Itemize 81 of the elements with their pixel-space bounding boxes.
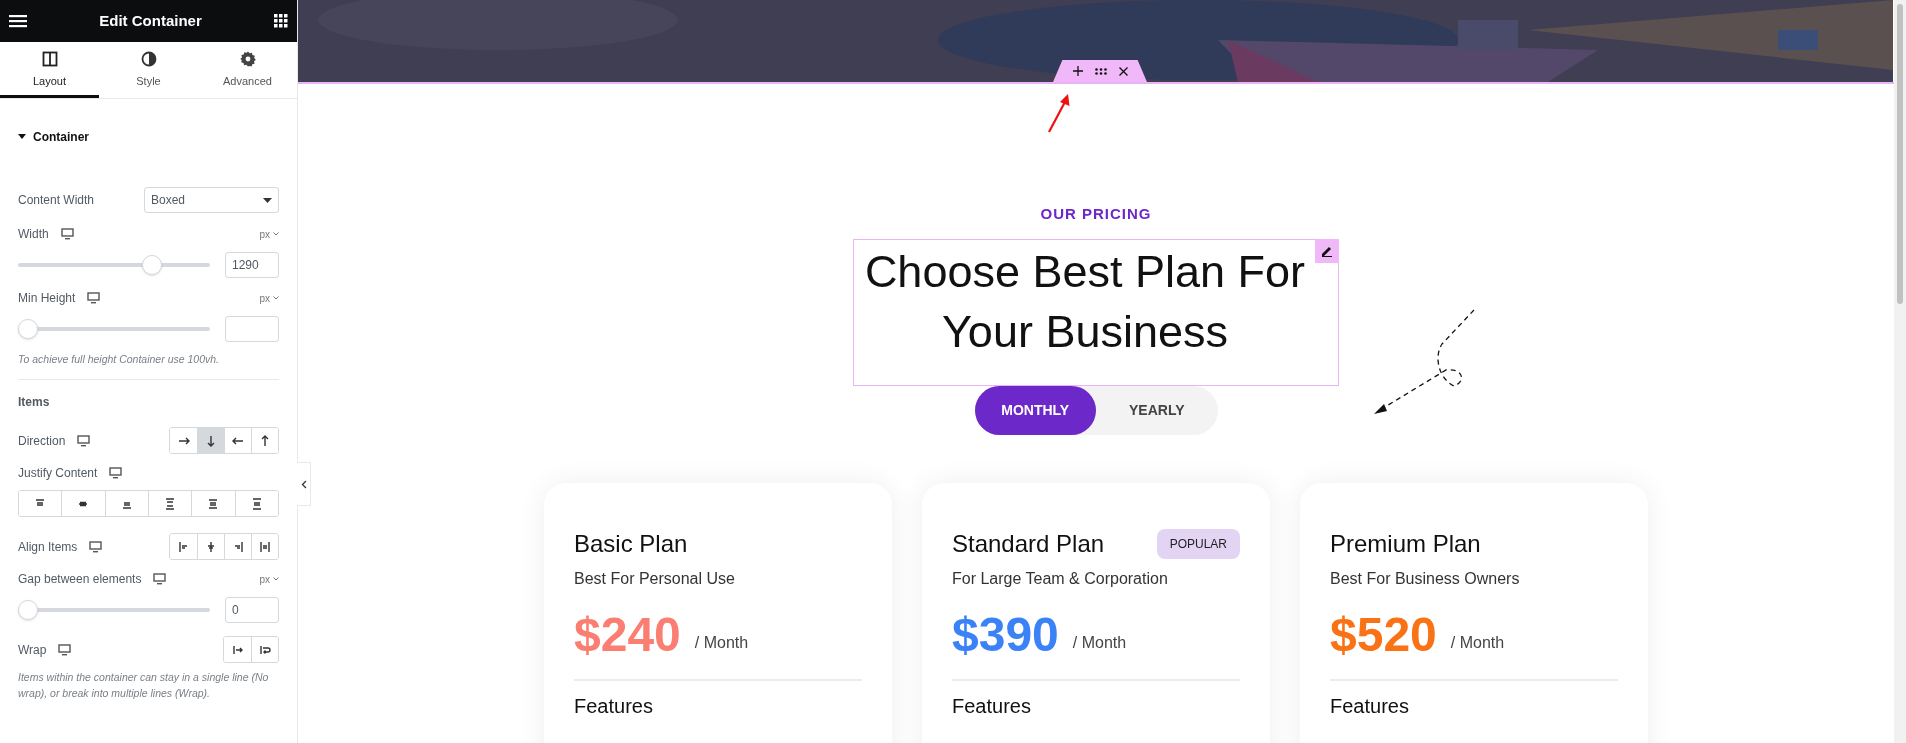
scrollbar[interactable] [1894, 0, 1906, 743]
desktop-icon[interactable] [60, 228, 74, 240]
chevron-down-icon [273, 577, 279, 581]
panel-tab[interactable]: Advanced [198, 42, 297, 98]
subsection-title: Items [18, 394, 51, 411]
slider-track[interactable] [18, 254, 210, 276]
control-label: Content Width [18, 192, 95, 209]
scrollbar-thumb[interactable] [1897, 4, 1903, 304]
drag-handle-icon[interactable] [1094, 67, 1107, 75]
unit-selector[interactable]: px [259, 226, 279, 242]
desktop-icon[interactable] [89, 540, 103, 553]
unit-selector[interactable]: px [259, 290, 279, 306]
control-label: Width [18, 226, 49, 243]
layout-columns-icon [41, 50, 58, 67]
number-field[interactable] [225, 316, 279, 342]
toggle-option[interactable] [197, 428, 224, 453]
slider-track[interactable] [18, 318, 210, 340]
control-label: Min Height [18, 290, 76, 307]
desktop-icon[interactable] [77, 434, 91, 447]
features-heading: Features [574, 694, 654, 717]
toggle-option[interactable] [251, 637, 278, 662]
panel-tab[interactable]: Style [99, 42, 198, 98]
edit-button[interactable] [1315, 238, 1339, 263]
section-heading: Choose Best Plan For Your Business [863, 244, 1307, 359]
chevron-left-icon [300, 479, 307, 489]
plan-subtitle: Best For Business Owners [1330, 568, 1521, 589]
chevron-down-icon [273, 232, 279, 236]
desktop-icon[interactable] [109, 467, 123, 479]
plan-price: $520 [1330, 606, 1437, 663]
settings-icon [239, 50, 256, 67]
desktop-icon[interactable] [58, 643, 72, 656]
slider-thumb[interactable] [18, 319, 38, 339]
desktop-icon[interactable] [153, 573, 167, 585]
caret-icon [18, 134, 26, 140]
plan-price: $390 [952, 606, 1059, 663]
plan-price: $240 [574, 606, 681, 663]
plan-subtitle: Best For Personal Use [574, 568, 736, 589]
caret-icon [263, 197, 272, 203]
plan-title: Premium Plan [1330, 528, 1481, 559]
billing-period: / Month [1072, 632, 1127, 653]
panel-title: Edit Container [99, 10, 202, 31]
menu-icon[interactable] [9, 14, 27, 28]
toggle-option[interactable] [251, 428, 278, 453]
control-label: Wrap [18, 641, 47, 659]
apps-grid-icon[interactable] [274, 14, 288, 28]
control-label: Align Items [18, 538, 78, 556]
panel-tab[interactable]: Layout [0, 42, 99, 98]
billing-period: / Month [694, 632, 749, 653]
control-label: Justify Content [18, 465, 98, 482]
contrast-icon [140, 50, 157, 67]
toggle-option[interactable] [234, 491, 278, 516]
number-field[interactable]: 0 [225, 597, 279, 623]
help-text: To achieve full height Container use 100vh. [18, 352, 220, 367]
dropdown[interactable]: Boxed [144, 187, 279, 213]
close-icon[interactable] [1118, 66, 1128, 76]
billing-option[interactable]: YEARLY [1096, 385, 1218, 435]
unit-selector[interactable]: px [259, 571, 279, 587]
pencil-icon [1321, 244, 1333, 257]
popular-badge: POPULAR [1156, 528, 1240, 559]
toggle-option[interactable] [251, 534, 278, 559]
section-eyebrow: OUR PRICING [1040, 204, 1152, 224]
slider-thumb[interactable] [141, 255, 162, 275]
add-icon[interactable] [1072, 66, 1083, 76]
help-text: Items within the container can stay in a single line (No wrap), or break into multiple lines (Wrap). [18, 670, 270, 701]
section-toggle[interactable]: Container [18, 127, 279, 147]
control-label: Direction [18, 432, 66, 450]
plan-title: Basic Plan [574, 528, 688, 559]
features-heading: Features [1330, 694, 1410, 717]
number-field[interactable]: 1290 [225, 252, 279, 278]
slider-thumb[interactable] [18, 600, 38, 620]
chevron-down-icon [273, 296, 279, 300]
plan-subtitle: For Large Team & Corporation [952, 568, 1169, 589]
pointer-arrow-annotation [1047, 93, 1071, 133]
features-heading: Features [952, 694, 1032, 717]
desktop-icon[interactable] [87, 292, 101, 304]
align-icon [258, 539, 272, 554]
slider-track[interactable] [18, 599, 210, 621]
billing-period: / Month [1450, 632, 1505, 653]
control-label: Gap between elements [18, 571, 142, 588]
billing-option[interactable]: MONTHLY [974, 385, 1096, 435]
plan-title: Standard Plan [952, 528, 1105, 559]
